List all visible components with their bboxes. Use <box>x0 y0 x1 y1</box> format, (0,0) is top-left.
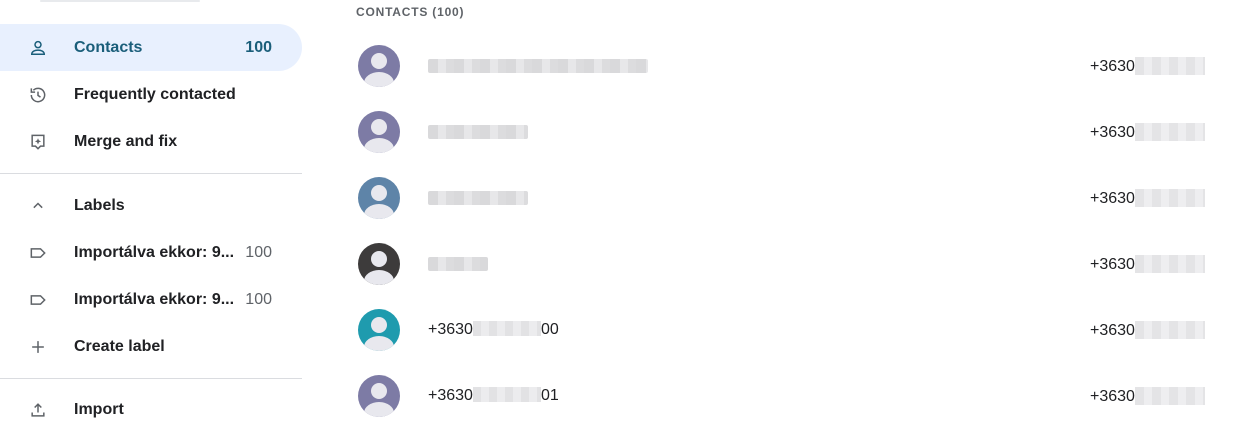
contact-name-redacted <box>428 125 528 139</box>
create-label-button[interactable]: Create label <box>0 323 302 370</box>
plus-icon <box>26 335 50 359</box>
top-divider <box>40 0 200 2</box>
avatar <box>358 177 400 219</box>
avatar <box>358 243 400 285</box>
avatar <box>358 111 400 153</box>
contact-name: +3630 00 <box>428 321 559 338</box>
contact-row[interactable]: +3630 <box>340 33 1220 99</box>
contact-row[interactable]: +3630 <box>340 165 1220 231</box>
labels-header: Labels <box>74 196 125 214</box>
upload-icon <box>26 398 50 422</box>
contacts-list: CONTACTS (100) +3630 +3630 +3630 +3630 +… <box>340 0 1240 422</box>
import-text: Import <box>74 400 124 418</box>
contacts-header: CONTACTS (100) <box>356 5 465 19</box>
label-icon <box>26 241 50 265</box>
sidebar-item-frequently-contacted[interactable]: Frequently contacted <box>0 71 302 118</box>
contact-phone: +3630 <box>1090 321 1205 340</box>
label-count: 100 <box>245 290 272 308</box>
sidebar-item-label-1[interactable]: Importálva ekkor: 9... 100 <box>0 229 302 276</box>
person-icon <box>26 36 50 60</box>
labels-toggle[interactable]: Labels <box>0 182 302 229</box>
sidebar-item-label-2[interactable]: Importálva ekkor: 9... 100 <box>0 276 302 323</box>
sidebar-divider <box>0 378 302 379</box>
sidebar-item-label: Importálva ekkor: 9... <box>74 243 235 261</box>
history-icon <box>26 83 50 107</box>
contact-row[interactable]: +3630 <box>340 231 1220 297</box>
contact-name-redacted <box>428 191 528 205</box>
sidebar-item-label: Frequently contacted <box>74 85 236 103</box>
contact-name-redacted <box>428 59 648 73</box>
avatar <box>358 375 400 417</box>
contact-phone: +3630 <box>1090 189 1205 208</box>
contact-phone: +3630 <box>1090 255 1205 274</box>
chevron-up-icon <box>26 194 50 218</box>
contact-row[interactable]: +3630 00 +3630 <box>340 297 1220 363</box>
avatar <box>358 45 400 87</box>
contact-phone: +3630 <box>1090 387 1205 406</box>
label-icon <box>26 288 50 312</box>
sidebar-divider <box>0 173 302 174</box>
label-count: 100 <box>245 243 272 261</box>
create-label-text: Create label <box>74 337 165 355</box>
contact-name: +3630 01 <box>428 387 559 404</box>
contact-phone: +3630 <box>1090 123 1205 142</box>
import-button[interactable]: Import <box>0 386 302 422</box>
contact-name-redacted <box>428 257 488 271</box>
sidebar: Contacts 100 Frequently contacted Merge … <box>0 0 320 422</box>
sidebar-item-label: Contacts <box>74 38 143 56</box>
sidebar-item-merge-and-fix[interactable]: Merge and fix <box>0 118 302 165</box>
contacts-count: 100 <box>245 38 272 56</box>
sidebar-item-label: Importálva ekkor: 9... <box>74 290 235 308</box>
contact-row[interactable]: +3630 <box>340 99 1220 165</box>
sidebar-item-contacts[interactable]: Contacts 100 <box>0 24 302 71</box>
merge-fix-icon <box>26 130 50 154</box>
contact-phone: +3630 <box>1090 57 1205 76</box>
avatar <box>358 309 400 351</box>
sidebar-item-label: Merge and fix <box>74 132 178 150</box>
contact-row[interactable]: +3630 01 +3630 <box>340 363 1220 422</box>
